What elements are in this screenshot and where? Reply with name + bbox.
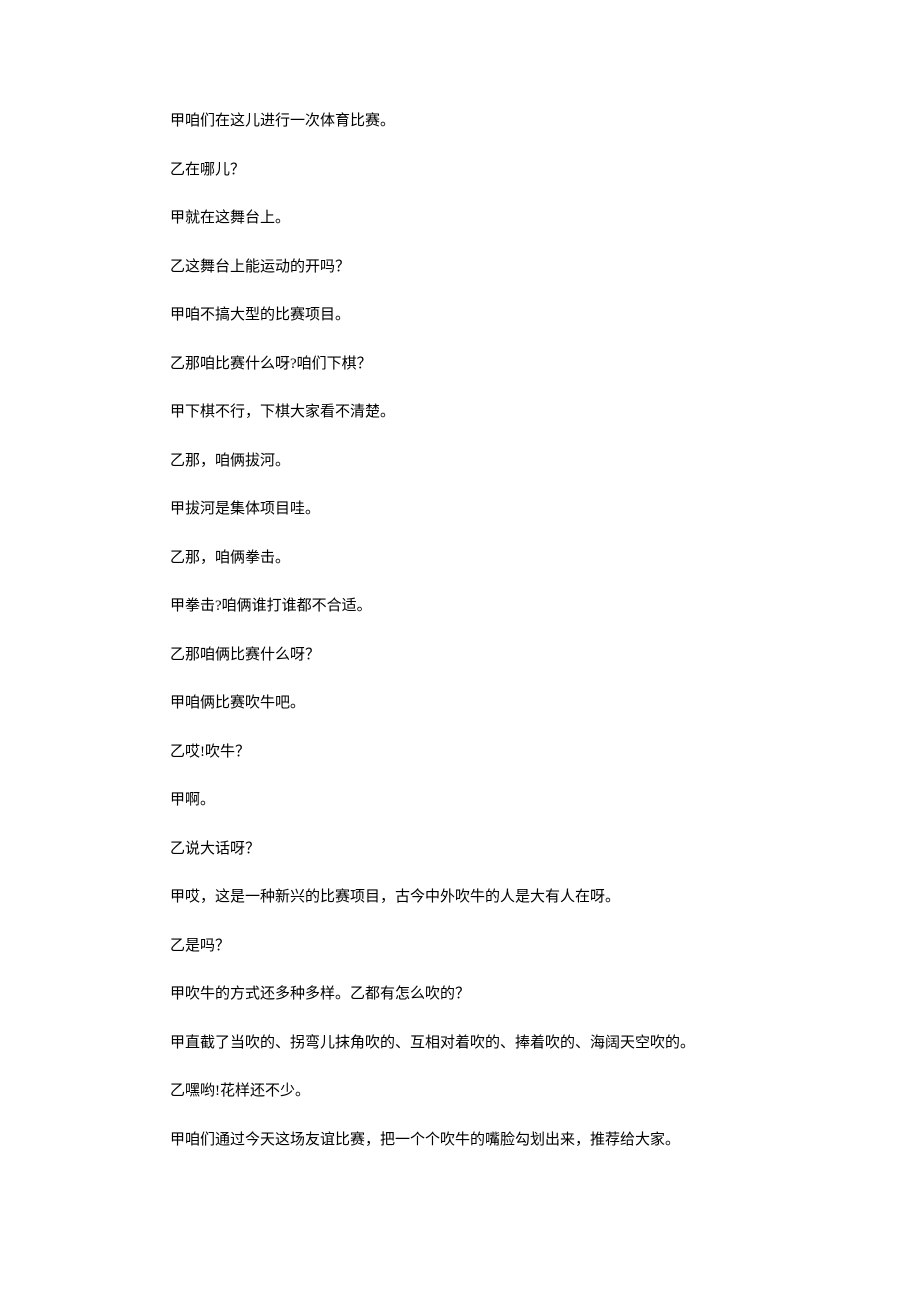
dialogue-line: 乙那咱俩比赛什么呀？ [170,644,750,667]
dialogue-line: 甲啊。 [170,789,750,812]
dialogue-line: 甲咱们在这儿进行一次体育比赛。 [170,110,750,133]
dialogue-line: 甲咱不搞大型的比赛项目。 [170,304,750,327]
dialogue-line: 乙说大话呀？ [170,838,750,861]
dialogue-line: 乙哎!吹牛？ [170,741,750,764]
dialogue-line: 乙那，咱俩拳击。 [170,547,750,570]
dialogue-line: 甲拳击?咱俩谁打谁都不合适。 [170,595,750,618]
dialogue-line: 甲下棋不行，下棋大家看不清楚。 [170,401,750,424]
dialogue-line: 乙在哪儿？ [170,159,750,182]
dialogue-line: 乙是吗？ [170,935,750,958]
dialogue-line: 乙那，咱俩拔河。 [170,450,750,473]
dialogue-line: 甲咱们通过今天这场友谊比赛，把一个个吹牛的嘴脸勾划出来，推荐给大家。 [170,1129,750,1152]
document-page: 甲咱们在这儿进行一次体育比赛。 乙在哪儿？ 甲就在这舞台上。 乙这舞台上能运动的… [0,0,920,1257]
dialogue-line: 甲直截了当吹的、拐弯儿抹角吹的、互相对着吹的、捧着吹的、海阔天空吹的。 [170,1032,750,1055]
dialogue-line: 乙嘿哟!花样还不少。 [170,1080,750,1103]
dialogue-line: 甲咱俩比赛吹牛吧。 [170,692,750,715]
dialogue-line: 甲哎，这是一种新兴的比赛项目，古今中外吹牛的人是大有人在呀。 [170,886,750,909]
dialogue-line: 乙那咱比赛什么呀?咱们下棋？ [170,353,750,376]
dialogue-line: 甲拔河是集体项目哇。 [170,498,750,521]
dialogue-line: 甲吹牛的方式还多种多样。乙都有怎么吹的？ [170,983,750,1006]
dialogue-line: 乙这舞台上能运动的开吗？ [170,256,750,279]
dialogue-line: 甲就在这舞台上。 [170,207,750,230]
